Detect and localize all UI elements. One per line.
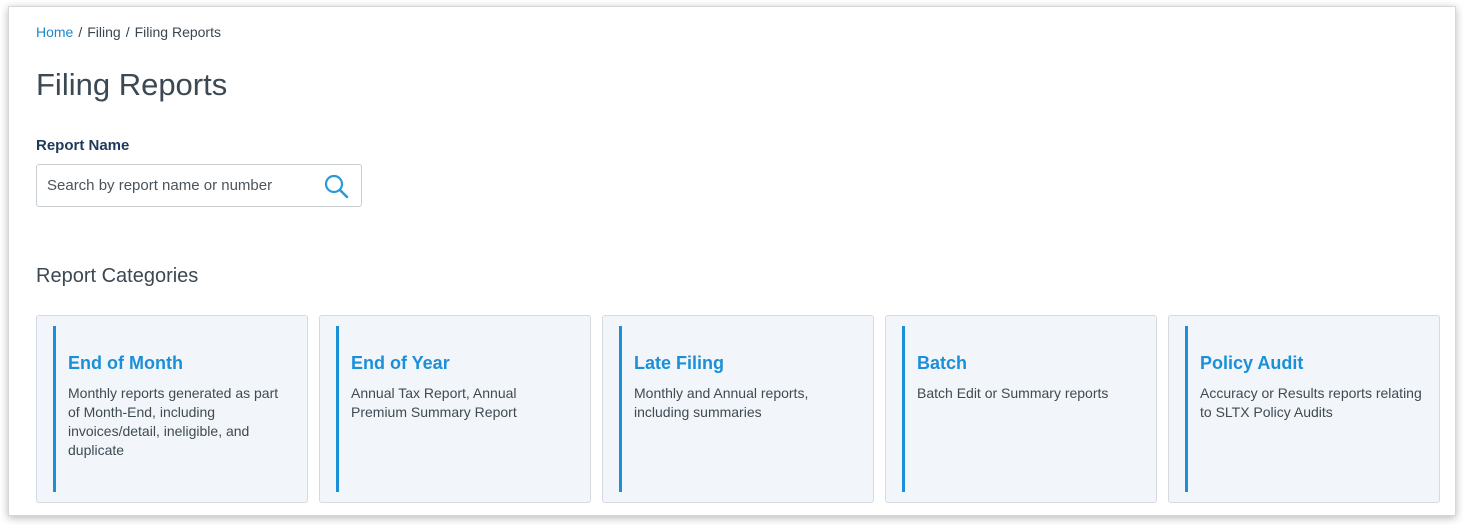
page-title: Filing Reports: [36, 67, 228, 102]
category-card-end-of-month[interactable]: End of Month Monthly reports generated a…: [36, 315, 308, 503]
card-accent-bar: [902, 326, 905, 492]
category-card-end-of-year[interactable]: End of Year Annual Tax Report, Annual Pr…: [319, 315, 591, 503]
category-card-policy-audit[interactable]: Policy Audit Accuracy or Results reports…: [1168, 315, 1440, 503]
report-category-list: End of Month Monthly reports generated a…: [36, 315, 1442, 503]
card-description: Annual Tax Report, Annual Premium Summar…: [351, 385, 517, 420]
category-card-batch[interactable]: Batch Batch Edit or Summary reports: [885, 315, 1157, 503]
report-name-label: Report Name: [36, 137, 130, 154]
card-accent-bar: [619, 326, 622, 492]
page-frame: Home / Filing / Filing Reports Filing Report…: [8, 6, 1456, 516]
breadcrumb-separator: /: [125, 24, 130, 40]
card-title: Batch: [917, 353, 968, 373]
breadcrumb: Home / Filing / Filing Reports: [36, 24, 221, 40]
card-title: End of Month: [68, 353, 183, 373]
breadcrumb-filing: Filing: [87, 24, 121, 40]
card-description: Monthly and Annual reports, including su…: [634, 385, 809, 420]
breadcrumb-home-link[interactable]: Home: [36, 24, 73, 40]
report-categories-heading: Report Categories: [36, 265, 199, 287]
card-title: Late Filing: [634, 353, 724, 373]
breadcrumb-current: Filing Reports: [134, 24, 221, 40]
card-accent-bar: [336, 326, 339, 492]
breadcrumb-separator: /: [78, 24, 83, 40]
card-accent-bar: [1185, 326, 1188, 492]
card-title: Policy Audit: [1200, 353, 1304, 373]
card-description: Accuracy or Results reports relating to …: [1200, 385, 1422, 420]
card-description: Monthly reports generated as part of Mon…: [68, 385, 279, 458]
card-accent-bar: [53, 326, 56, 492]
search-icon[interactable]: [323, 173, 349, 199]
card-description: Batch Edit or Summary reports: [917, 385, 1109, 401]
search-input[interactable]: [47, 165, 317, 206]
card-title: End of Year: [351, 353, 450, 373]
search-field: [36, 164, 362, 207]
category-card-late-filing[interactable]: Late Filing Monthly and Annual reports, …: [602, 315, 874, 503]
